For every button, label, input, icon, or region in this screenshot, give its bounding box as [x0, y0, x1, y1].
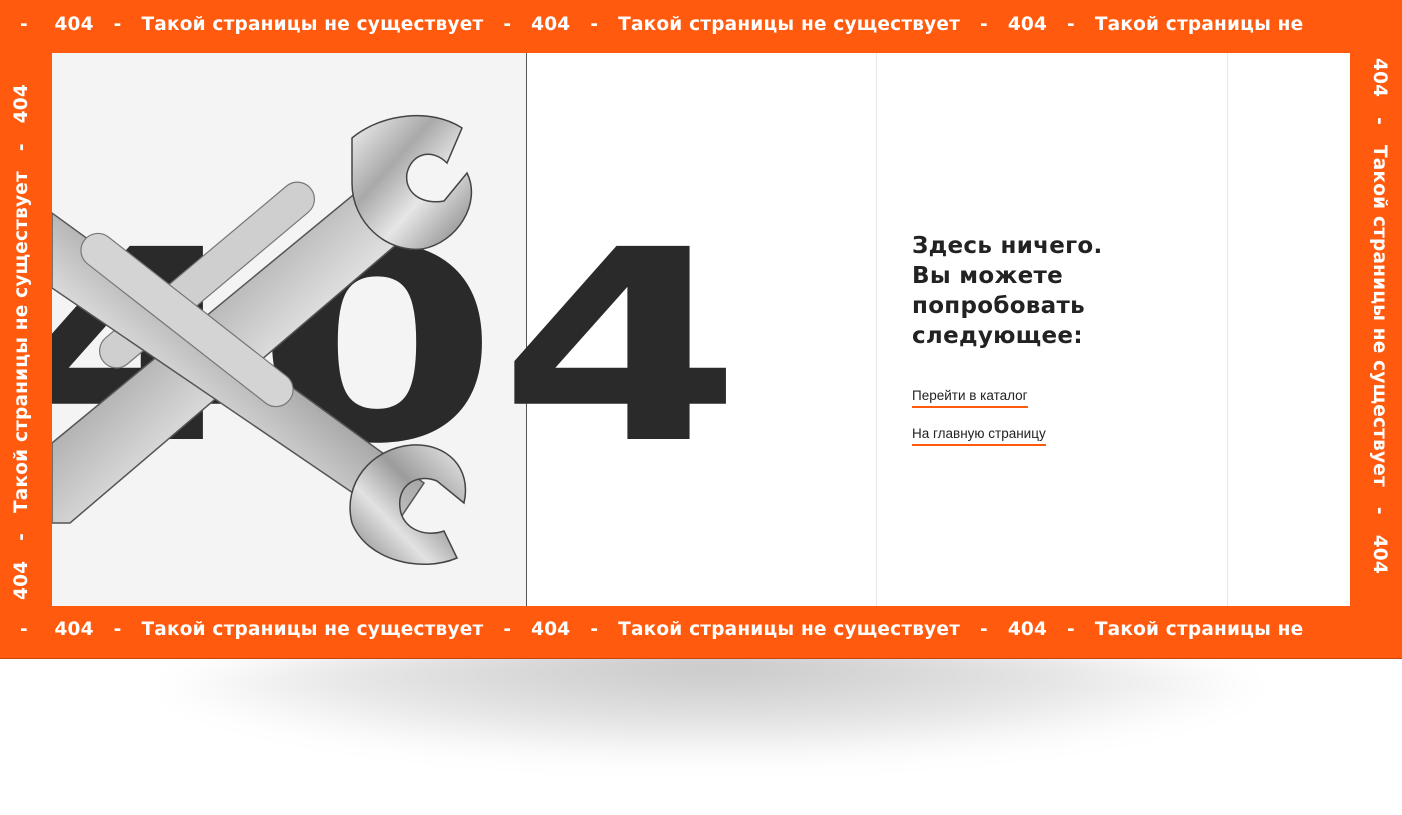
page-canvas: 404	[52, 53, 1350, 606]
ticker-message: Такой страницы не существует	[1369, 144, 1389, 487]
ticker-separator: -	[590, 621, 599, 640]
ticker-code: 404	[1007, 621, 1048, 640]
ticker-message: Такой страницы не	[1094, 16, 1304, 35]
headline-line: следующее:	[912, 323, 1083, 349]
ticker-code: 404	[54, 621, 94, 640]
ticker-separator: -	[1370, 507, 1389, 515]
home-link[interactable]: На главную страницу	[912, 426, 1046, 446]
ticker-message: Такой страницы не существует	[618, 621, 961, 640]
headline-line: попробовать	[912, 293, 1085, 319]
ticker-top: - 404 - Такой страницы не существует - 4…	[20, 16, 1382, 35]
ticker-message: Такой страницы не существует	[13, 171, 32, 514]
ticker-separator: -	[113, 16, 122, 35]
ticker-left: 404 - Такой страницы не существует - 404	[13, 52, 32, 600]
page-title: Здесь ничего. Вы можете попробовать след…	[912, 231, 1232, 351]
ticker-separator: -	[13, 143, 32, 151]
ticker-message: Такой страницы не существует	[618, 16, 961, 35]
grid-divider	[876, 53, 877, 606]
crossed-wrenches-icon	[52, 114, 473, 565]
ticker-code: 404	[1007, 16, 1048, 35]
ticker-message: Такой страницы не существует	[141, 621, 484, 640]
ticker-code: 404	[1369, 58, 1389, 98]
error-digit: 4	[499, 227, 742, 447]
ticker-separator: -	[113, 621, 122, 640]
headline-line: Здесь ничего.	[912, 233, 1103, 259]
ticker-separator: -	[20, 16, 28, 35]
ticker-separator: -	[1370, 117, 1389, 125]
ticker-separator: -	[503, 16, 512, 35]
ticker-separator: -	[20, 621, 28, 640]
ticker-bottom: - 404 - Такой страницы не существует - 4…	[20, 621, 1382, 640]
ticker-code: 404	[531, 621, 571, 640]
ticker-message: Такой страницы не	[1094, 621, 1304, 640]
ticker-separator: -	[980, 16, 988, 35]
ticker-code: 404	[13, 560, 32, 600]
suggestion-links: Перейти в каталог На главную страницу	[912, 385, 1232, 461]
ticker-separator: -	[1067, 621, 1075, 640]
not-found-content: Здесь ничего. Вы можете попробовать след…	[912, 231, 1232, 461]
ticker-code: 404	[1369, 534, 1389, 574]
orange-frame: - 404 - Такой страницы не существует - 4…	[0, 0, 1402, 659]
ticker-separator: -	[13, 533, 32, 541]
headline-line: Вы можете	[912, 263, 1064, 289]
ticker-separator: -	[1067, 16, 1075, 35]
ticker-right: 404 - Такой страницы не существует - 404	[1370, 58, 1389, 606]
ticker-code: 404	[531, 16, 571, 35]
ticker-separator: -	[590, 16, 599, 35]
ticker-message: Такой страницы не существует	[141, 16, 484, 35]
catalog-link[interactable]: Перейти в каталог	[912, 388, 1028, 408]
ticker-code: 404	[54, 16, 94, 35]
ticker-separator: -	[503, 621, 512, 640]
ticker-separator: -	[980, 621, 988, 640]
ticker-code: 404	[13, 84, 32, 124]
